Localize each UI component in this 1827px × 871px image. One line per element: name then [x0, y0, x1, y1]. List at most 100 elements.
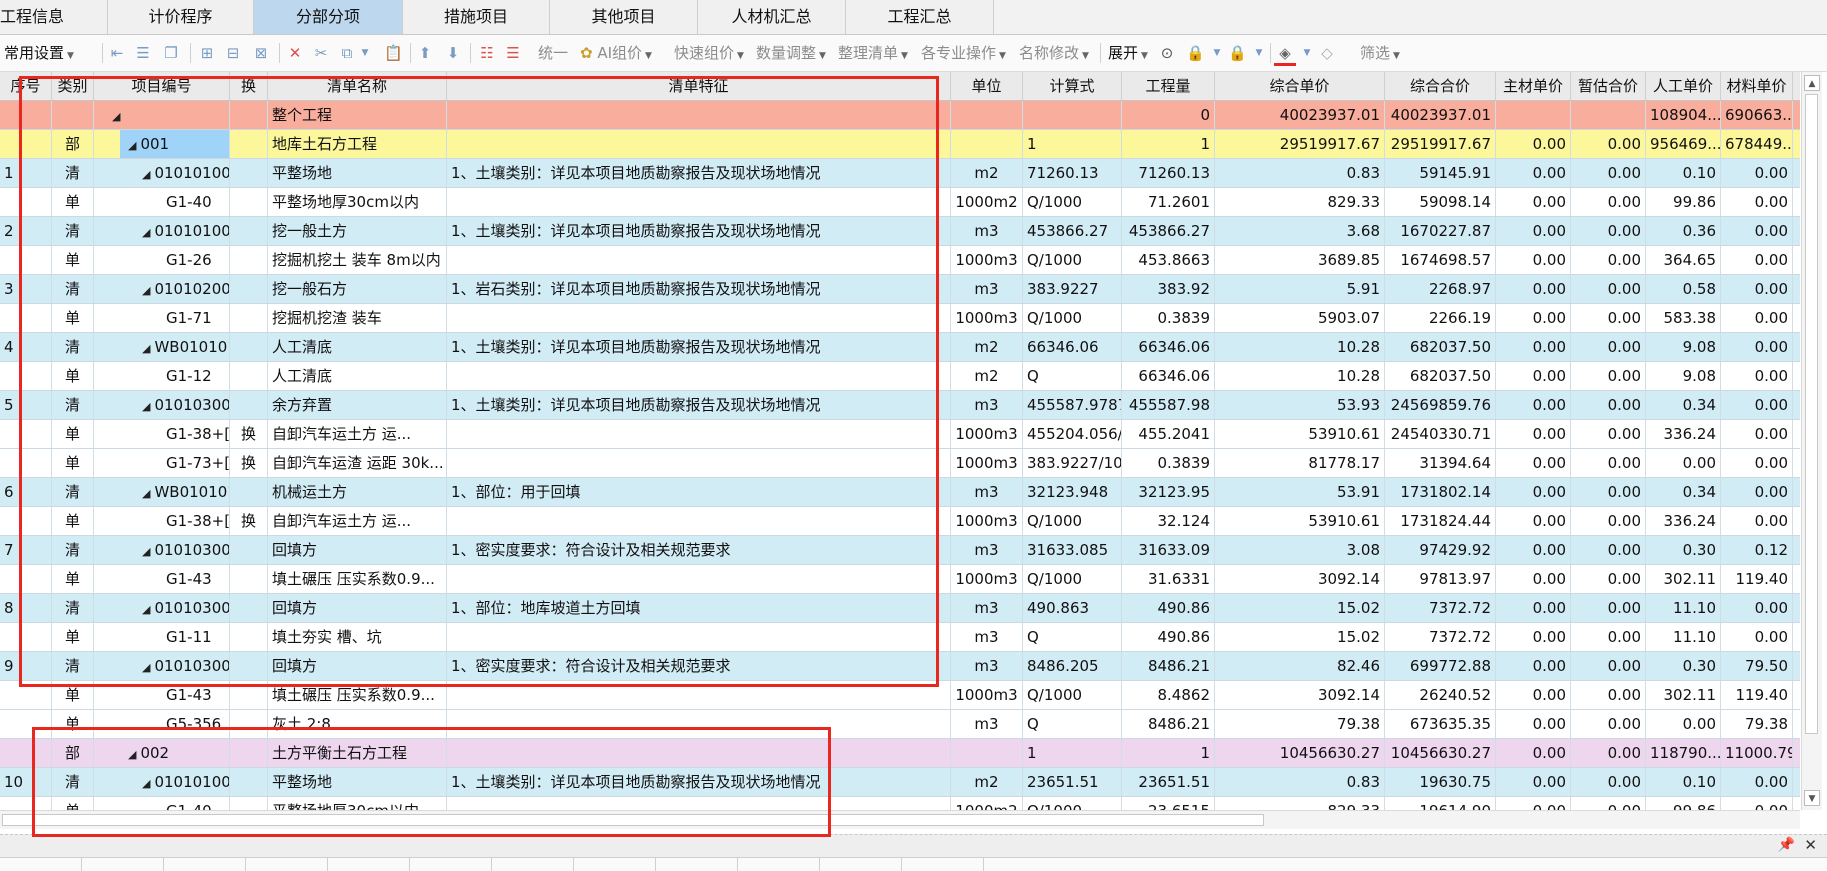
table-row[interactable]: 单 G5-356 灰土 2:8 m3 Q 8486.21 79.38 673635.35 0.0…	[0, 710, 1800, 739]
move-up-icon[interactable]: ⬆	[416, 44, 434, 62]
cell-quantity[interactable]: 32.124	[1122, 507, 1215, 535]
cell-unit-price[interactable]: 53910.61	[1215, 507, 1385, 535]
cell-replace[interactable]	[230, 101, 268, 129]
cell-feature[interactable]: 1、土壤类别：详见本项目地质勘察报告及现状场地情况	[447, 391, 951, 419]
table-row[interactable]: 单 G1-43 填土碾压 压实系数0.9... 1000m3 Q/1000 31.6331…	[0, 565, 1800, 594]
bottom-tab[interactable]	[574, 858, 656, 871]
cell-feature[interactable]: 1、土壤类别：详见本项目地质勘察报告及现状场地情况	[447, 217, 951, 245]
cell-feature[interactable]: 1、土壤类别：详见本项目地质勘察报告及现状场地情况	[447, 333, 951, 361]
table-row[interactable]: 单 G1-12 人工清底 m2 Q 66346.06 10.28 682037.50 0.00 0…	[0, 362, 1800, 391]
cell-labor[interactable]: 9.08	[1646, 362, 1721, 390]
cell-type[interactable]: 清	[52, 594, 94, 622]
cell-formula[interactable]: Q	[1023, 362, 1122, 390]
cell-seq[interactable]	[0, 246, 52, 274]
lock-icon[interactable]: 🔒	[1186, 44, 1205, 62]
cell-type[interactable]: 清	[52, 275, 94, 303]
table-row[interactable]: 单 G1-11 填土夯实 槽、坑 m3 Q 490.86 15.02 7372.72 0.00 0…	[0, 623, 1800, 652]
bottom-tab[interactable]	[246, 858, 328, 871]
cell-unit[interactable]	[951, 130, 1023, 158]
cell-feature[interactable]	[447, 101, 951, 129]
cell-labor[interactable]: 108904....	[1646, 101, 1721, 129]
cell-name[interactable]: 灰土 2:8	[268, 710, 447, 738]
common-settings-menu[interactable]: 常用设置 ▼	[4, 35, 74, 71]
cell-total-price[interactable]: 59098.14	[1385, 188, 1496, 216]
organize-list-menu[interactable]: 整理清单 ▼	[838, 35, 908, 71]
col-header-formula[interactable]: 计算式	[1023, 72, 1122, 100]
cell-main-material[interactable]: 0.00	[1496, 768, 1571, 796]
ai-pricing-menu[interactable]: ✿ AI组价 ▼	[580, 35, 652, 71]
cell-code[interactable]: G1-40	[94, 797, 230, 810]
cell-code[interactable]: G1-26	[94, 246, 230, 274]
cell-unit[interactable]: m3	[951, 478, 1023, 506]
cell-feature[interactable]	[447, 623, 951, 651]
table-row[interactable]: 2清◢0101010020挖一般土方1、土壤类别：详见本项目地质勘察报告及现状场…	[0, 217, 1800, 246]
cell-quantity[interactable]: 66346.06	[1122, 333, 1215, 361]
replace-icon[interactable]: ☰	[504, 44, 522, 62]
cell-unit[interactable]: m2	[951, 362, 1023, 390]
cell-main-material[interactable]: 0.00	[1496, 449, 1571, 477]
cell-material[interactable]: 0.00	[1721, 594, 1793, 622]
cell-material[interactable]: 0.00	[1721, 449, 1793, 477]
tab-pricing-program[interactable]: 计价程序	[108, 0, 254, 34]
cell-seq[interactable]	[0, 797, 52, 810]
collapse-toggle-icon[interactable]: ◢	[142, 596, 150, 622]
cell-labor[interactable]: 336.24	[1646, 420, 1721, 448]
cell-quantity[interactable]: 490.86	[1122, 623, 1215, 651]
fill-color-dropdown-icon[interactable]: ▼	[1298, 44, 1316, 62]
cell-labor[interactable]: 0.10	[1646, 159, 1721, 187]
copy-doc-icon[interactable]: ❐	[162, 44, 180, 62]
cell-total-price[interactable]: 699772.88	[1385, 652, 1496, 680]
cell-seq[interactable]	[0, 420, 52, 448]
cell-main-material[interactable]: 0.00	[1496, 507, 1571, 535]
cell-estimated[interactable]: 0.00	[1571, 246, 1646, 274]
collapse-toggle-icon[interactable]: ◢	[128, 132, 136, 158]
insert-row-icon[interactable]: ☰	[134, 44, 152, 62]
cell-code[interactable]: ◢010103001(	[94, 594, 230, 622]
cell-quantity[interactable]: 8486.21	[1122, 652, 1215, 680]
cell-replace[interactable]	[230, 536, 268, 564]
delete-icon[interactable]: ✕	[286, 44, 304, 62]
cell-total-price[interactable]: 97813.97	[1385, 565, 1496, 593]
cell-unit[interactable]: m3	[951, 391, 1023, 419]
cell-replace[interactable]	[230, 188, 268, 216]
cell-type[interactable]: 单	[52, 797, 94, 810]
cell-total-price[interactable]: 7372.72	[1385, 623, 1496, 651]
cell-unit[interactable]: 1000m3	[951, 246, 1023, 274]
close-icon[interactable]: ✕	[1804, 836, 1817, 854]
cell-feature[interactable]	[447, 246, 951, 274]
col-header-feature[interactable]: 清单特征	[447, 72, 951, 100]
cell-estimated[interactable]: 0.00	[1571, 188, 1646, 216]
cell-name[interactable]: 平整场地厚30cm以内	[268, 797, 447, 810]
cell-material[interactable]: 0.00	[1721, 159, 1793, 187]
cell-formula[interactable]: 8486.205	[1023, 652, 1122, 680]
cell-code[interactable]: G1-40	[94, 188, 230, 216]
cell-unit-price[interactable]: 5903.07	[1215, 304, 1385, 332]
cell-replace[interactable]	[230, 391, 268, 419]
bottom-tab[interactable]	[410, 858, 492, 871]
cell-replace[interactable]	[230, 739, 268, 767]
cell-feature[interactable]	[447, 507, 951, 535]
table-row[interactable]: 6清◢WB010101C机械运土方1、部位：用于回填m332123.948321…	[0, 478, 1800, 507]
cell-estimated[interactable]: 0.00	[1571, 449, 1646, 477]
cell-unit-price[interactable]: 29519917.67	[1215, 130, 1385, 158]
cell-formula[interactable]: Q/1000	[1023, 304, 1122, 332]
cell-unit-price[interactable]: 10456630.27	[1215, 739, 1385, 767]
vertical-scrollbar[interactable]: ▲ ▼	[1801, 72, 1822, 810]
cell-unit[interactable]: 1000m3	[951, 304, 1023, 332]
cell-total-price[interactable]: 673635.35	[1385, 710, 1496, 738]
cell-quantity[interactable]: 1	[1122, 739, 1215, 767]
cell-replace[interactable]	[230, 797, 268, 810]
quick-pricing-menu[interactable]: 快速组价 ▼	[674, 35, 744, 71]
cell-total-price[interactable]: 19630.75	[1385, 768, 1496, 796]
collapse-toggle-icon[interactable]: ◢	[142, 770, 150, 796]
cell-labor[interactable]: 0.34	[1646, 478, 1721, 506]
cell-formula[interactable]: 383.9227	[1023, 275, 1122, 303]
cell-unit[interactable]: 1000m2	[951, 188, 1023, 216]
cell-total-price[interactable]: 24540330.71	[1385, 420, 1496, 448]
cell-type[interactable]: 清	[52, 652, 94, 680]
cell-main-material[interactable]: 0.00	[1496, 217, 1571, 245]
cell-total-price[interactable]: 682037.50	[1385, 362, 1496, 390]
cell-seq[interactable]: 7	[0, 536, 52, 564]
cell-replace[interactable]	[230, 565, 268, 593]
cell-material[interactable]: 0.00	[1721, 333, 1793, 361]
